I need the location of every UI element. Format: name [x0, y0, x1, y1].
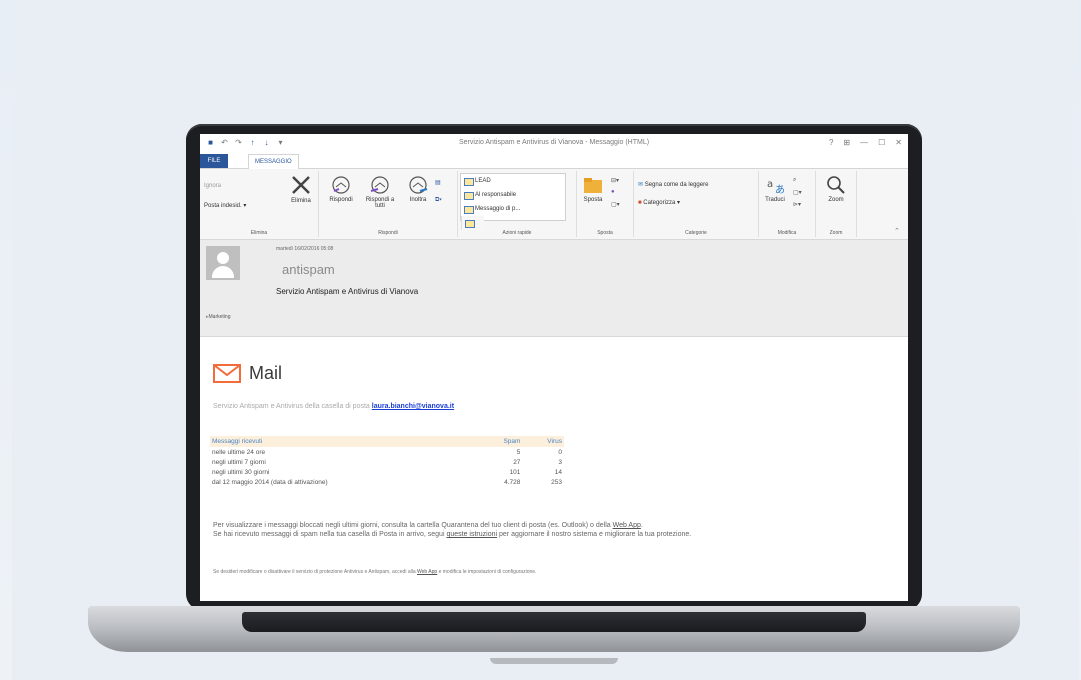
- minimize-button[interactable]: —: [860, 138, 868, 147]
- instructions-link[interactable]: queste istruzioni: [446, 531, 497, 538]
- delete-icon: [292, 176, 310, 194]
- laptop-keyboard: [242, 612, 866, 632]
- translate-icon: aあ: [767, 179, 785, 195]
- forward-icon: [409, 176, 428, 194]
- table-row: negli ultimi 30 giorni 101 14: [212, 468, 562, 476]
- table-row: dal 12 maggio 2014 (data di attivazione)…: [212, 478, 562, 486]
- group-categorie: ✉ Segna come da leggere ■ Categorizza ▾ …: [634, 171, 759, 237]
- onenote-icon[interactable]: ●: [611, 189, 615, 195]
- tab-file[interactable]: FILE: [200, 154, 228, 168]
- related-icon[interactable]: ▢▾: [793, 189, 802, 196]
- message-body: Mail Servizio Antispam e Antivirus della…: [200, 337, 908, 601]
- avatar-body: [212, 266, 234, 278]
- window-title: Servizio Antispam e Antivirus di Vianova…: [458, 139, 650, 146]
- find-icon[interactable]: ⌕: [793, 177, 796, 184]
- outlook-window: ■ ↶ ↷ ↑ ↓ ▾ Servizio Antispam e Antiviru…: [200, 134, 908, 601]
- quick-steps-scrollbar[interactable]: [461, 216, 484, 230]
- mailbox-email-link[interactable]: laura.bianchi@vianova.it: [372, 403, 454, 410]
- delete-button[interactable]: Elimina: [286, 174, 316, 204]
- ribbon-tabs: FILE MESSAGGIO: [200, 152, 908, 170]
- ribbon: Ignora Posta indesid. ▾ Elimina Elimina …: [200, 169, 908, 240]
- stats-header-row: Messaggi ricevuti Spam Virus: [210, 436, 564, 447]
- ribbon-display-button[interactable]: ⊞: [843, 138, 850, 147]
- col-messages: Messaggi ricevuti: [210, 436, 476, 447]
- quick-step-lead[interactable]: LEAD: [461, 174, 565, 188]
- mail-envelope-icon: [213, 364, 241, 383]
- select-icon[interactable]: ⊳▾: [793, 201, 801, 208]
- collapse-ribbon-icon[interactable]: ⌃: [894, 227, 900, 235]
- help-button[interactable]: ?: [829, 138, 833, 147]
- reply-icon: [332, 176, 350, 194]
- forward-button[interactable]: Inoltra: [403, 175, 433, 203]
- mail-brand-label: Mail: [249, 363, 283, 383]
- magnifier-icon: [827, 176, 845, 194]
- move-button[interactable]: Sposta: [579, 175, 607, 203]
- message-category[interactable]: Marketing: [206, 314, 231, 320]
- reply-all-button[interactable]: Rispondi a tutti: [363, 175, 397, 209]
- message-sender[interactable]: antispam: [282, 262, 335, 277]
- reply-all-icon: [370, 176, 389, 194]
- rules-icon[interactable]: ⊟▾: [611, 177, 619, 184]
- message-date: martedì 16/02/2016 05:08: [276, 246, 334, 252]
- footnote-web-app-link[interactable]: Web App: [417, 569, 437, 575]
- stats-table: Messaggi ricevuti Spam Virus nelle ultim…: [210, 436, 564, 487]
- tab-messaggio[interactable]: MESSAGGIO: [248, 154, 299, 170]
- quick-step-manager[interactable]: Al responsabile: [461, 188, 565, 202]
- message-subject: Servizio Antispam e Antivirus di Vianova: [276, 287, 419, 296]
- close-button[interactable]: ✕: [895, 138, 902, 147]
- translate-button[interactable]: aあ Traduci: [761, 175, 789, 203]
- laptop-notch: [490, 658, 618, 664]
- mark-unread-button[interactable]: ✉ Segna come da leggere: [638, 181, 708, 188]
- more-respond-icon[interactable]: ⧉▾: [435, 197, 442, 204]
- intro-text: Servizio Antispam e Antivirus della case…: [213, 403, 455, 410]
- maximize-button[interactable]: ☐: [878, 138, 885, 147]
- group-sposta: Sposta ⊟▾ ● ▢▾ Sposta: [577, 171, 634, 237]
- svg-text:a: a: [767, 179, 773, 190]
- group-azioni-rapide: LEAD Al responsabile Messaggio di p... A…: [458, 171, 577, 237]
- group-zoom: Zoom Zoom: [816, 171, 857, 237]
- window-controls: ? ⊞ — ☐ ✕: [829, 138, 902, 147]
- avatar: [206, 246, 240, 280]
- col-spam: Spam: [475, 436, 523, 447]
- col-virus: Virus: [522, 436, 564, 447]
- quick-step-team[interactable]: Messaggio di p...: [461, 202, 565, 216]
- junk-button[interactable]: Posta indesid. ▾: [204, 202, 246, 209]
- quick-steps-gallery: LEAD Al responsabile Messaggio di p...: [460, 173, 566, 230]
- mail-brand-header: Mail: [213, 363, 282, 384]
- svg-text:あ: あ: [775, 184, 785, 195]
- table-row: negli ultimi 7 giorni 27 3: [212, 458, 562, 466]
- avatar-head: [217, 252, 229, 264]
- table-row: nelle ultime 24 ore 5 0: [212, 448, 562, 456]
- title-bar: ■ ↶ ↷ ↑ ↓ ▾ Servizio Antispam e Antiviru…: [200, 134, 908, 152]
- group-rispondi: Rispondi Rispondi a tutti Inoltra ▤ ⧉▾ R…: [319, 171, 458, 237]
- quarantine-paragraph: Per visualizzare i messaggi bloccati neg…: [213, 522, 692, 538]
- reply-button[interactable]: Rispondi: [325, 175, 357, 203]
- group-elimina: Ignora Posta indesid. ▾ Elimina Elimina: [200, 171, 319, 237]
- folder-icon: [584, 178, 602, 193]
- settings-footnote: Se desideri modificare o disattivare il …: [213, 569, 537, 575]
- meeting-icon[interactable]: ▤: [435, 179, 441, 186]
- message-header: martedì 16/02/2016 05:08 antispam Serviz…: [200, 240, 908, 337]
- actions-icon[interactable]: ▢▾: [611, 201, 620, 208]
- ignore-button[interactable]: Ignora: [204, 183, 221, 189]
- categorize-button[interactable]: ■ Categorizza ▾: [638, 199, 680, 206]
- group-modifica: aあ Traduci ⌕ ▢▾ ⊳▾ Modifica: [759, 171, 816, 237]
- zoom-button[interactable]: Zoom: [820, 175, 852, 203]
- web-app-link[interactable]: Web App: [613, 522, 641, 529]
